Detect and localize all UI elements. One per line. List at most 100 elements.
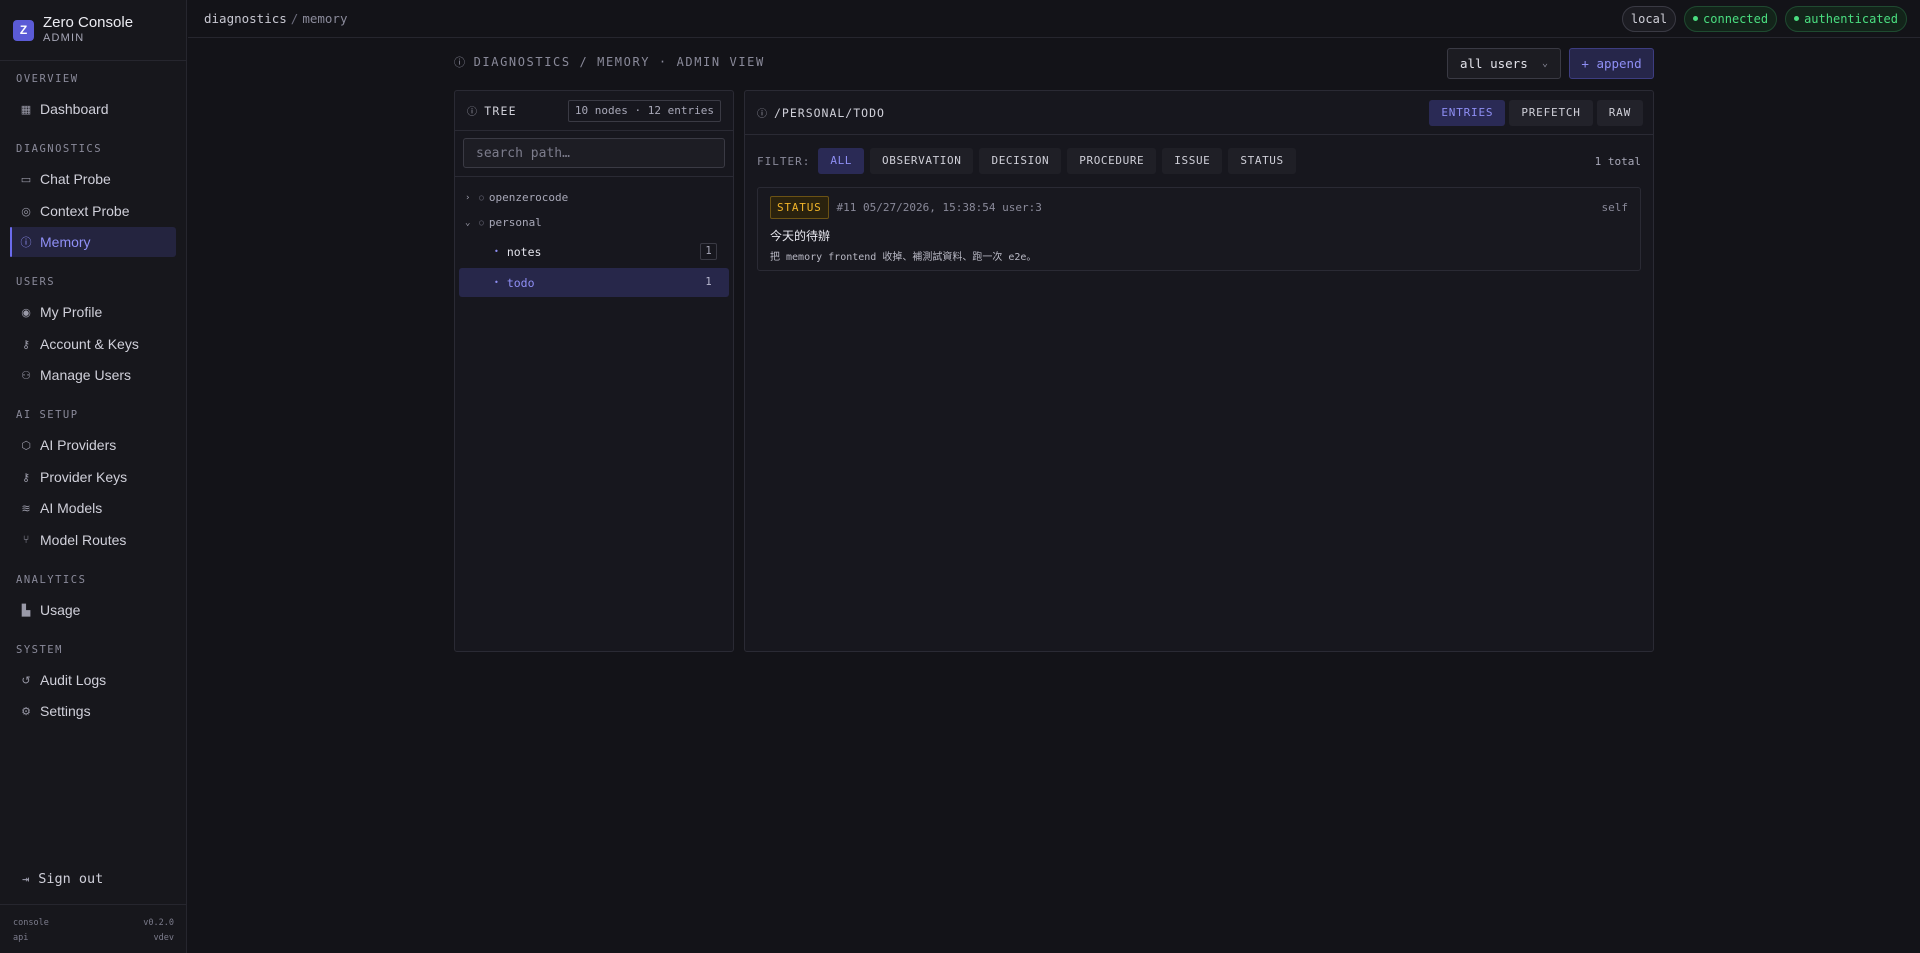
sidebar-item-label: Account & Keys [40, 336, 139, 352]
sidebar-item-account-keys[interactable]: ⚷ Account & Keys [10, 329, 176, 359]
key-icon: ⚷ [21, 471, 31, 484]
sign-out-label: Sign out [38, 871, 104, 887]
sidebar-item-dashboard[interactable]: ▦ Dashboard [10, 94, 176, 124]
key-icon: ⚷ [21, 338, 31, 351]
sidebar-item-label: AI Models [40, 500, 103, 516]
breadcrumb-memory: memory [302, 11, 348, 26]
tree-search-input[interactable] [463, 138, 725, 168]
folder-circle-icon: ○ [479, 218, 484, 227]
page-title-text: DIAGNOSTICS / MEMORY · ADMIN VIEW [473, 55, 765, 69]
tree-leaf-notes[interactable]: • notes 1 [459, 237, 729, 266]
status-badge: STATUS [770, 196, 829, 219]
sidebar-item-ai-models[interactable]: ≋ AI Models [10, 493, 176, 523]
entry-owner: self [1601, 201, 1629, 214]
sidebar-item-label: Chat Probe [40, 171, 111, 187]
app-role: ADMIN [43, 32, 85, 44]
sidebar-item-provider-keys[interactable]: ⚷ Provider Keys [10, 462, 176, 492]
tree-node-label: personal [488, 216, 542, 229]
sidebar-item-label: Context Probe [40, 203, 130, 219]
sidebar-item-memory[interactable]: ⓘ Memory [10, 227, 176, 257]
sidebar-item-model-routes[interactable]: ⑂ Model Routes [10, 525, 176, 555]
nav-section-users: USERS [16, 276, 56, 288]
tree-node-openzerocode[interactable]: › ○ openzerocode [455, 185, 733, 210]
footer-api-version: vdev [153, 933, 174, 943]
entry-card[interactable]: STATUS #11 05/27/2026, 15:38:54 user:3 s… [757, 187, 1641, 271]
page-title: ⓘ DIAGNOSTICS / MEMORY · ADMIN VIEW [454, 54, 765, 70]
nav-section-analytics: ANALYTICS [16, 574, 87, 586]
sidebar-item-settings[interactable]: ⚙ Settings [10, 696, 176, 726]
filter-issue[interactable]: ISSUE [1162, 148, 1223, 174]
bullet-icon: • [494, 278, 499, 287]
folder-circle-icon: ○ [479, 193, 484, 202]
user-filter-select[interactable]: all users ⌄ [1447, 48, 1561, 79]
nav-section-overview: OVERVIEW [16, 73, 79, 85]
entries-panel: ⓘ /PERSONAL/TODO ENTRIES PREFETCH RAW FI… [744, 90, 1654, 652]
brand[interactable]: Z Zero Console ADMIN [0, 0, 186, 61]
sidebar-item-label: Usage [40, 602, 81, 618]
append-button[interactable]: + append [1569, 48, 1654, 79]
breadcrumb-diagnostics[interactable]: diagnostics [204, 11, 287, 26]
tab-raw[interactable]: RAW [1596, 99, 1643, 126]
filter-status[interactable]: STATUS [1228, 148, 1296, 174]
tab-prefetch[interactable]: PREFETCH [1509, 99, 1593, 126]
info-icon: ⓘ [757, 109, 768, 120]
tree-list: › ○ openzerocode ⌄ ○ personal • notes 1 … [455, 177, 733, 297]
sidebar-item-label: My Profile [40, 304, 103, 320]
topbar: diagnostics / memory local connected authe… [188, 0, 1920, 38]
filter-label: FILTER: [757, 154, 811, 168]
bar-chart-icon: ▙ [21, 604, 31, 617]
tree-title: ⓘ TREE [467, 103, 517, 119]
sidebar-item-context-probe[interactable]: ◎ Context Probe [10, 196, 176, 226]
sidebar-item-my-profile[interactable]: ◉ My Profile [10, 297, 176, 327]
entry-meta-text: #11 05/27/2026, 15:38:54 user:3 [836, 201, 1042, 214]
sidebar-item-label: Model Routes [40, 532, 127, 548]
layers-icon: ◎ [21, 205, 31, 218]
sidebar-item-chat-probe[interactable]: ▭ Chat Probe [10, 164, 176, 194]
view-tabs: ENTRIES PREFETCH RAW [1429, 99, 1643, 126]
filter-bar: FILTER: ALL OBSERVATION DECISION PROCEDU… [745, 135, 1653, 187]
tree-leaf-label: notes [506, 244, 542, 259]
tree-node-label: openzerocode [488, 191, 569, 204]
user-circle-icon: ◉ [21, 306, 31, 319]
sidebar-item-ai-providers[interactable]: ⬡ AI Providers [10, 430, 176, 460]
chevron-right-icon[interactable]: › [465, 193, 479, 203]
version-footer: console v0.2.0 api vdev [0, 904, 187, 946]
sidebar-item-label: AI Providers [40, 437, 117, 453]
status-dot-icon [1693, 16, 1699, 21]
stack-icon: ≋ [21, 502, 31, 515]
users-icon: ⚇ [21, 369, 31, 382]
user-filter-value: all users [1460, 56, 1528, 71]
nav-section-system: SYSTEM [16, 644, 63, 656]
filter-observation[interactable]: OBSERVATION [870, 148, 974, 174]
memory-icon: ⓘ [20, 237, 32, 249]
selected-path-text: /PERSONAL/TODO [774, 105, 885, 120]
filter-all[interactable]: ALL [818, 148, 865, 174]
footer-api-label: api [13, 933, 29, 943]
tab-entries[interactable]: ENTRIES [1429, 99, 1506, 126]
auth-status-badge: authenticated [1785, 6, 1907, 32]
tree-icon: ⓘ [467, 107, 479, 118]
footer-console-version: v0.2.0 [143, 918, 174, 928]
branch-icon: ⑂ [22, 534, 30, 546]
sidebar-item-label: Audit Logs [40, 672, 107, 688]
sign-out-button[interactable]: ⇥ Sign out [22, 871, 103, 887]
tree-leaf-todo[interactable]: • todo 1 [459, 268, 729, 297]
sidebar-item-label: Dashboard [40, 101, 109, 117]
filter-decision[interactable]: DECISION [979, 148, 1062, 174]
sidebar-item-usage[interactable]: ▙ Usage [10, 595, 176, 625]
sidebar-item-manage-users[interactable]: ⚇ Manage Users [10, 360, 176, 390]
tree-node-personal[interactable]: ⌄ ○ personal [455, 210, 733, 235]
chevron-down-icon[interactable]: ⌄ [465, 218, 479, 228]
app-logo: Z [13, 19, 34, 41]
tree-leaf-count: 1 [700, 243, 717, 260]
tree-title-text: TREE [484, 103, 517, 118]
env-badge: local [1621, 6, 1677, 32]
cube-icon: ⬡ [21, 439, 31, 452]
entry-title: 今天的待辦 [770, 229, 831, 243]
history-icon: ↺ [21, 674, 31, 687]
filter-procedure[interactable]: PROCEDURE [1067, 148, 1157, 174]
sidebar-item-audit-logs[interactable]: ↺ Audit Logs [10, 665, 176, 695]
tree-count-badge: 10 nodes · 12 entries [567, 99, 721, 122]
entry-body: 把 memory frontend 收掉、補測試資料、跑一次 e2e。 [770, 252, 1037, 263]
sidebar-item-label: Settings [40, 703, 91, 719]
